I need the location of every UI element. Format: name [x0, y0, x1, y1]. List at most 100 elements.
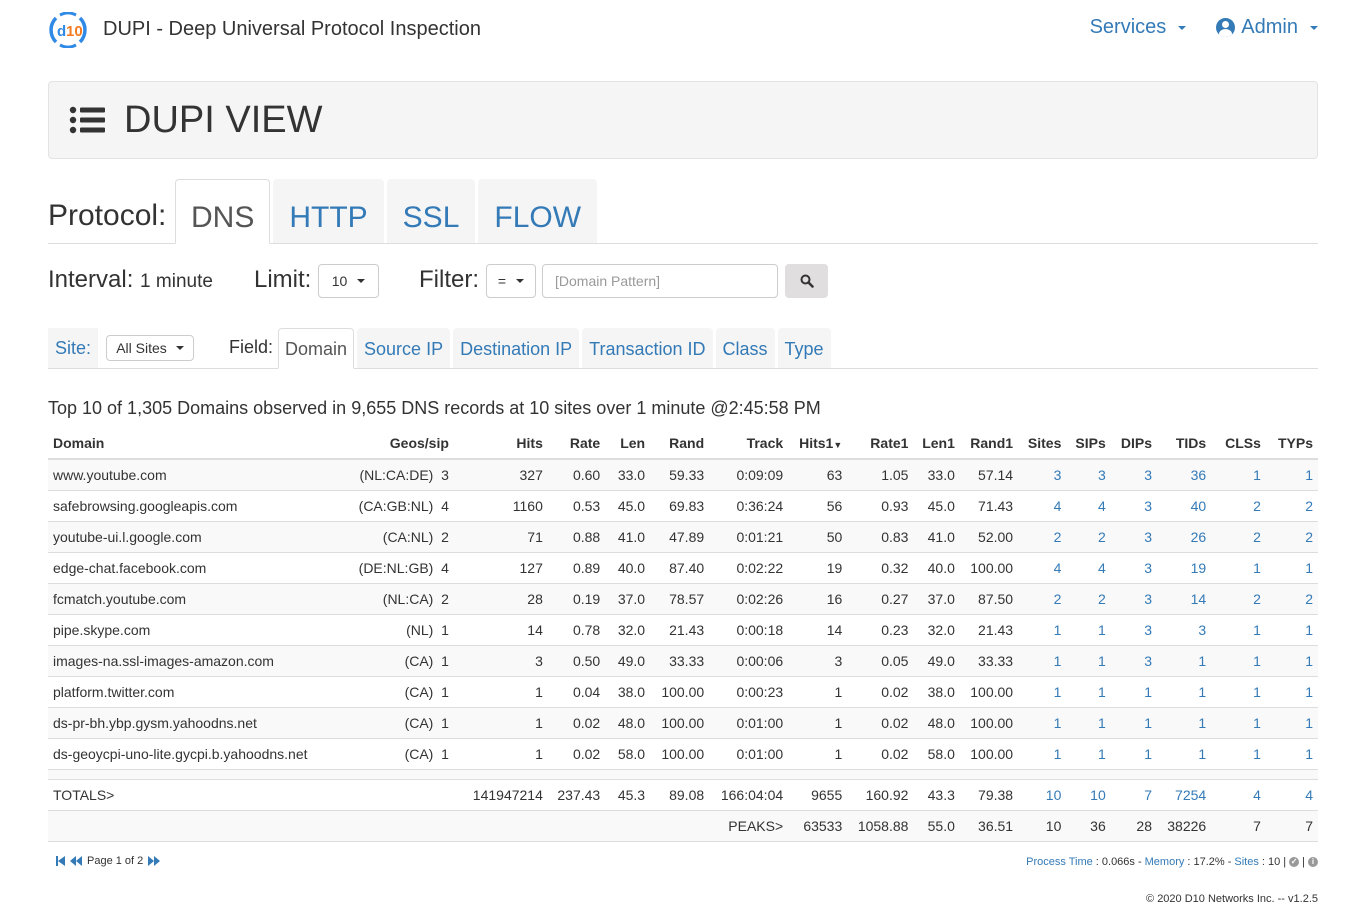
tids-link[interactable]: 3 — [1198, 622, 1206, 638]
sites-link[interactable]: 1 — [1054, 622, 1062, 638]
col-geos-sip[interactable]: Geos/sip — [343, 428, 454, 460]
admin-menu[interactable]: Admin — [1216, 16, 1318, 39]
clss-link[interactable]: 1 — [1253, 467, 1261, 483]
next-page-icon[interactable] — [148, 856, 161, 866]
col-typs[interactable]: TYPs — [1265, 428, 1318, 460]
cell-domain[interactable]: ds-pr-bh.ybp.gysm.yahoodns.net — [48, 706, 344, 738]
col-tids[interactable]: TIDs — [1156, 428, 1212, 460]
cell-domain[interactable]: ds-geoycpi-uno-lite.gycpi.b.yahoodns.net — [48, 737, 344, 769]
col-len[interactable]: Len — [605, 428, 651, 460]
col-hits[interactable]: Hits — [453, 428, 548, 460]
col-sites[interactable]: Sites — [1018, 428, 1067, 460]
sites-link[interactable]: 1 — [1054, 653, 1062, 669]
col-clss[interactable]: CLSs — [1211, 428, 1266, 460]
table-row[interactable]: www.youtube.com (NL:CA:DE) 3 327 0.60 33.0 59… — [48, 458, 1318, 490]
typs-link[interactable]: 1 — [1305, 622, 1313, 638]
table-row[interactable]: edge-chat.facebook.com (DE:NL:GB) 4 127 0.8… — [48, 551, 1318, 583]
dips-link[interactable]: 3 — [1144, 467, 1152, 483]
table-row[interactable]: safebrowsing.googleapis.com (CA:GB:NL) 41… — [48, 489, 1318, 521]
typs-link[interactable]: 2 — [1305, 591, 1313, 607]
sips-link[interactable]: 1 — [1098, 746, 1106, 762]
tab-flow[interactable]: FLOW — [478, 179, 598, 243]
domain-pattern-input[interactable] — [542, 264, 778, 298]
typs-link[interactable]: 1 — [1305, 653, 1313, 669]
services-menu[interactable]: Services — [1090, 16, 1187, 39]
total-tids-link[interactable]: 7254 — [1175, 787, 1206, 803]
tids-link[interactable]: 1 — [1198, 653, 1206, 669]
clss-link[interactable]: 1 — [1253, 653, 1261, 669]
clss-link[interactable]: 2 — [1253, 591, 1261, 607]
sips-link[interactable]: 4 — [1098, 498, 1106, 514]
col-hits1[interactable]: Hits1▼ — [788, 428, 848, 460]
sips-link[interactable]: 1 — [1098, 622, 1106, 638]
dips-link[interactable]: 3 — [1144, 653, 1152, 669]
table-row[interactable]: pipe.skype.com (NL) 1 14 0.78 32.0 21.43 0:00:… — [48, 613, 1318, 645]
table-row[interactable]: ds-pr-bh.ybp.gysm.yahoodns.net (CA) 1 1 0.0… — [48, 706, 1318, 738]
table-row[interactable]: images-na.ssl-images-amazon.com (CA) 1 3 0.… — [48, 644, 1318, 676]
col-rand[interactable]: Rand — [650, 428, 710, 460]
table-row[interactable]: ds-geoycpi-uno-lite.gycpi.b.yahoodns.net… — [48, 737, 1318, 769]
tids-link[interactable]: 1 — [1198, 715, 1206, 731]
sites-link[interactable]: 2 — [1054, 529, 1062, 545]
sites-link[interactable]: 1 — [1054, 715, 1062, 731]
process-time-link[interactable]: Process Time — [1026, 856, 1093, 868]
typs-link[interactable]: 1 — [1305, 560, 1313, 576]
typs-link[interactable]: 1 — [1305, 715, 1313, 731]
tab-ssl[interactable]: SSL — [386, 179, 476, 243]
total-clss-link[interactable]: 4 — [1253, 787, 1261, 803]
col-domain[interactable]: Domain — [48, 428, 344, 460]
sites-link[interactable]: 3 — [1054, 467, 1062, 483]
typs-link[interactable]: 2 — [1305, 529, 1313, 545]
clss-link[interactable]: 1 — [1253, 746, 1261, 762]
table-row[interactable]: platform.twitter.com (CA) 1 1 0.04 38.0 100.0… — [48, 675, 1318, 707]
sips-link[interactable]: 2 — [1098, 591, 1106, 607]
col-rand1[interactable]: Rand1 — [959, 428, 1019, 460]
clss-link[interactable]: 1 — [1253, 684, 1261, 700]
sips-link[interactable]: 1 — [1098, 715, 1106, 731]
typs-link[interactable]: 1 — [1305, 684, 1313, 700]
tab-dns[interactable]: DNS — [175, 179, 271, 244]
table-row[interactable]: youtube-ui.l.google.com (CA:NL) 2 71 0.88 41… — [48, 520, 1318, 552]
cell-domain[interactable]: images-na.ssl-images-amazon.com — [48, 644, 344, 676]
clss-link[interactable]: 2 — [1253, 529, 1261, 545]
sips-link[interactable]: 2 — [1098, 529, 1106, 545]
sips-link[interactable]: 1 — [1098, 653, 1106, 669]
limit-dropdown[interactable]: 10 — [318, 264, 379, 298]
dips-link[interactable]: 3 — [1144, 622, 1152, 638]
cell-domain[interactable]: youtube-ui.l.google.com — [48, 520, 344, 552]
tab-class[interactable]: Class — [715, 328, 775, 368]
total-sites-link[interactable]: 10 — [1046, 787, 1062, 803]
cell-domain[interactable]: safebrowsing.googleapis.com — [48, 489, 344, 521]
typs-link[interactable]: 1 — [1305, 746, 1313, 762]
tids-link[interactable]: 1 — [1198, 746, 1206, 762]
clss-link[interactable]: 1 — [1253, 560, 1261, 576]
clss-link[interactable]: 1 — [1253, 622, 1261, 638]
tab-destination-ip[interactable]: Destination IP — [453, 328, 580, 368]
tids-link[interactable]: 14 — [1191, 591, 1207, 607]
dips-link[interactable]: 1 — [1144, 746, 1152, 762]
sites-link[interactable]: 1 — [1054, 684, 1062, 700]
tids-link[interactable]: 19 — [1191, 560, 1207, 576]
typs-link[interactable]: 1 — [1305, 467, 1313, 483]
dips-link[interactable]: 3 — [1144, 529, 1152, 545]
sips-link[interactable]: 3 — [1098, 467, 1106, 483]
first-page-icon[interactable] — [56, 856, 65, 866]
tids-link[interactable]: 36 — [1191, 467, 1207, 483]
col-rate[interactable]: Rate — [547, 428, 606, 460]
total-typs-link[interactable]: 4 — [1305, 787, 1313, 803]
tab-source-ip[interactable]: Source IP — [357, 328, 451, 368]
dips-link[interactable]: 1 — [1144, 684, 1152, 700]
dips-link[interactable]: 1 — [1144, 715, 1152, 731]
sites-link[interactable]: 1 — [1054, 746, 1062, 762]
col-dips[interactable]: DIPs — [1110, 428, 1157, 460]
filter-operator-dropdown[interactable]: = — [486, 264, 536, 298]
dips-link[interactable]: 3 — [1144, 498, 1152, 514]
tab-http[interactable]: HTTP — [273, 179, 384, 243]
col-track[interactable]: Track — [709, 428, 789, 460]
dips-link[interactable]: 3 — [1144, 560, 1152, 576]
table-row[interactable]: fcmatch.youtube.com (NL:CA) 2 28 0.19 37.0 78… — [48, 582, 1318, 614]
col-len1[interactable]: Len1 — [913, 428, 960, 460]
memory-link[interactable]: Memory — [1145, 856, 1185, 868]
typs-link[interactable]: 2 — [1305, 498, 1313, 514]
tids-link[interactable]: 26 — [1191, 529, 1207, 545]
